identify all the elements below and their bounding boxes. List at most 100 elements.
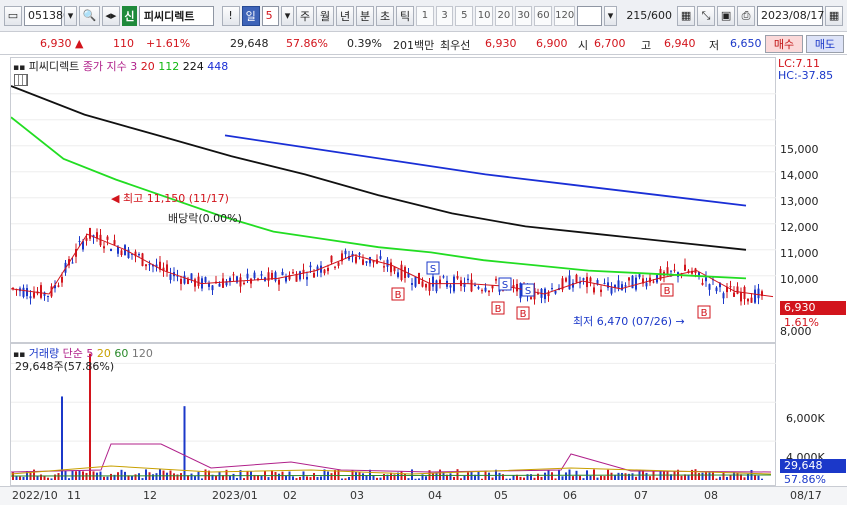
candle-body	[243, 282, 245, 285]
candle-body	[194, 279, 196, 287]
interval-20[interactable]: 20	[494, 5, 513, 26]
table-icon[interactable]	[14, 74, 28, 86]
speaker-icon[interactable]: ◂▸	[101, 5, 121, 26]
code-dropdown-icon[interactable]: ▾	[64, 5, 78, 26]
period-count-input[interactable]: 5	[261, 5, 279, 26]
interval-3[interactable]: 3	[435, 5, 454, 26]
volume-bar	[85, 472, 88, 480]
volume-bar	[540, 476, 543, 480]
volume-bar	[498, 472, 501, 480]
volume-bar	[243, 478, 245, 480]
candle-body	[733, 292, 735, 297]
period-tick[interactable]: 틱	[396, 5, 415, 26]
candle-body	[313, 272, 315, 278]
candle-body	[722, 293, 725, 299]
interval-custom-input[interactable]	[577, 5, 602, 26]
x-label-02: 02	[283, 489, 297, 502]
period-year[interactable]: 년	[336, 5, 355, 26]
period-dropdown-icon[interactable]: ▾	[280, 5, 295, 26]
sell-button[interactable]: 매도	[806, 35, 844, 53]
candle-body	[754, 289, 756, 303]
interval-1[interactable]: 1	[416, 5, 434, 26]
new-badge: 신	[122, 5, 137, 26]
candle-body	[239, 277, 242, 287]
signal-marker-label: S	[502, 280, 508, 291]
volume-bar	[57, 473, 60, 480]
volume-bar	[754, 475, 756, 480]
volume-chart-svg[interactable]	[10, 344, 777, 487]
search-icon[interactable]: 🔍	[79, 5, 100, 26]
dividend-annotation: 배당락(0.00%)	[168, 212, 242, 225]
volume-bar	[568, 469, 571, 480]
candle-body	[638, 274, 641, 278]
volume-bar	[533, 477, 536, 480]
candle-body	[323, 269, 326, 274]
interval-60[interactable]: 60	[534, 5, 553, 26]
interval-dropdown-icon[interactable]: ▾	[603, 5, 618, 26]
period-minute[interactable]: 분	[356, 5, 375, 26]
candle-body	[110, 248, 112, 252]
volume-bar	[236, 477, 238, 480]
x-axis: 2022/10 11 12 2023/01 02 03 04 05 06 07 …	[0, 486, 847, 505]
stock-name[interactable]: 피씨디렉트	[138, 5, 214, 26]
volume-bar	[229, 475, 231, 480]
last-volume-box: 29,648	[780, 459, 846, 473]
volume-bar	[362, 473, 364, 480]
page-input[interactable]: 215/600	[619, 6, 675, 26]
low-annotation-text: 최저 6,470 (07/26)	[573, 315, 673, 328]
date-input[interactable]: 2023/08/17	[757, 5, 824, 26]
volume-bar	[407, 478, 410, 480]
candle-body	[278, 279, 280, 285]
vma120-label: 120	[131, 347, 153, 360]
candle-body	[148, 264, 151, 266]
page-total: /600	[647, 9, 673, 22]
candle-body	[740, 292, 742, 302]
best-bid-label: 최우선	[440, 39, 471, 52]
volume-bar	[68, 478, 70, 480]
volume-bar	[320, 476, 322, 480]
save-icon[interactable]: ▣	[717, 5, 736, 26]
period-week[interactable]: 주	[296, 5, 315, 26]
period-second[interactable]: 초	[376, 5, 395, 26]
volume-chart[interactable]: ▪▪ 거래량 단순 5 20 60 120 29,648주(57.86%)	[10, 343, 777, 487]
interval-30[interactable]: 30	[514, 5, 533, 26]
candle-body	[414, 276, 417, 287]
open-label: 시	[578, 39, 589, 52]
price-y-tick: 13,000	[780, 194, 819, 208]
candle-body	[628, 277, 630, 281]
candle-body	[246, 273, 249, 279]
tool-icon[interactable]: ⤡	[697, 5, 716, 26]
volume-bar	[432, 472, 434, 480]
candle-body	[547, 293, 550, 297]
period-month[interactable]: 월	[316, 5, 335, 26]
current-price: 6,930	[40, 37, 72, 50]
volume-bar	[715, 478, 718, 480]
print-icon[interactable]: ⎙	[737, 5, 756, 26]
volume-bar	[481, 478, 483, 480]
signal-marker-label: S	[525, 286, 531, 297]
candle-body	[491, 285, 494, 289]
candle-body	[337, 262, 340, 266]
grid-icon[interactable]: ▦	[677, 5, 696, 26]
window-icon[interactable]: ▭	[4, 5, 22, 26]
volume-bar	[554, 478, 557, 480]
candle-body	[145, 264, 147, 267]
price-chart[interactable]: B S B S B S B B ▪▪ 피씨디렉트 종가 지수 3 20 112 224 448…	[10, 57, 777, 343]
interval-5[interactable]: 5	[455, 5, 474, 26]
stock-code-input[interactable]: 051380	[24, 5, 70, 26]
interval-10[interactable]: 10	[475, 5, 493, 26]
volume-bar	[159, 469, 161, 480]
candle-body	[369, 257, 371, 264]
volume-bar	[162, 470, 165, 480]
volume-bar	[698, 473, 700, 480]
interval-120[interactable]: 120	[554, 5, 576, 26]
volume-bar	[656, 477, 658, 480]
calendar-icon[interactable]: ▦	[825, 5, 844, 26]
alert-button[interactable]: !	[221, 5, 240, 26]
volume-ma-lines	[10, 443, 772, 477]
bid-price: 6,900	[536, 37, 568, 50]
signal-marker-label: B	[701, 308, 708, 319]
volume-bar	[50, 478, 53, 480]
period-day-button[interactable]: 일	[241, 5, 260, 26]
buy-button[interactable]: 매수	[765, 35, 803, 53]
